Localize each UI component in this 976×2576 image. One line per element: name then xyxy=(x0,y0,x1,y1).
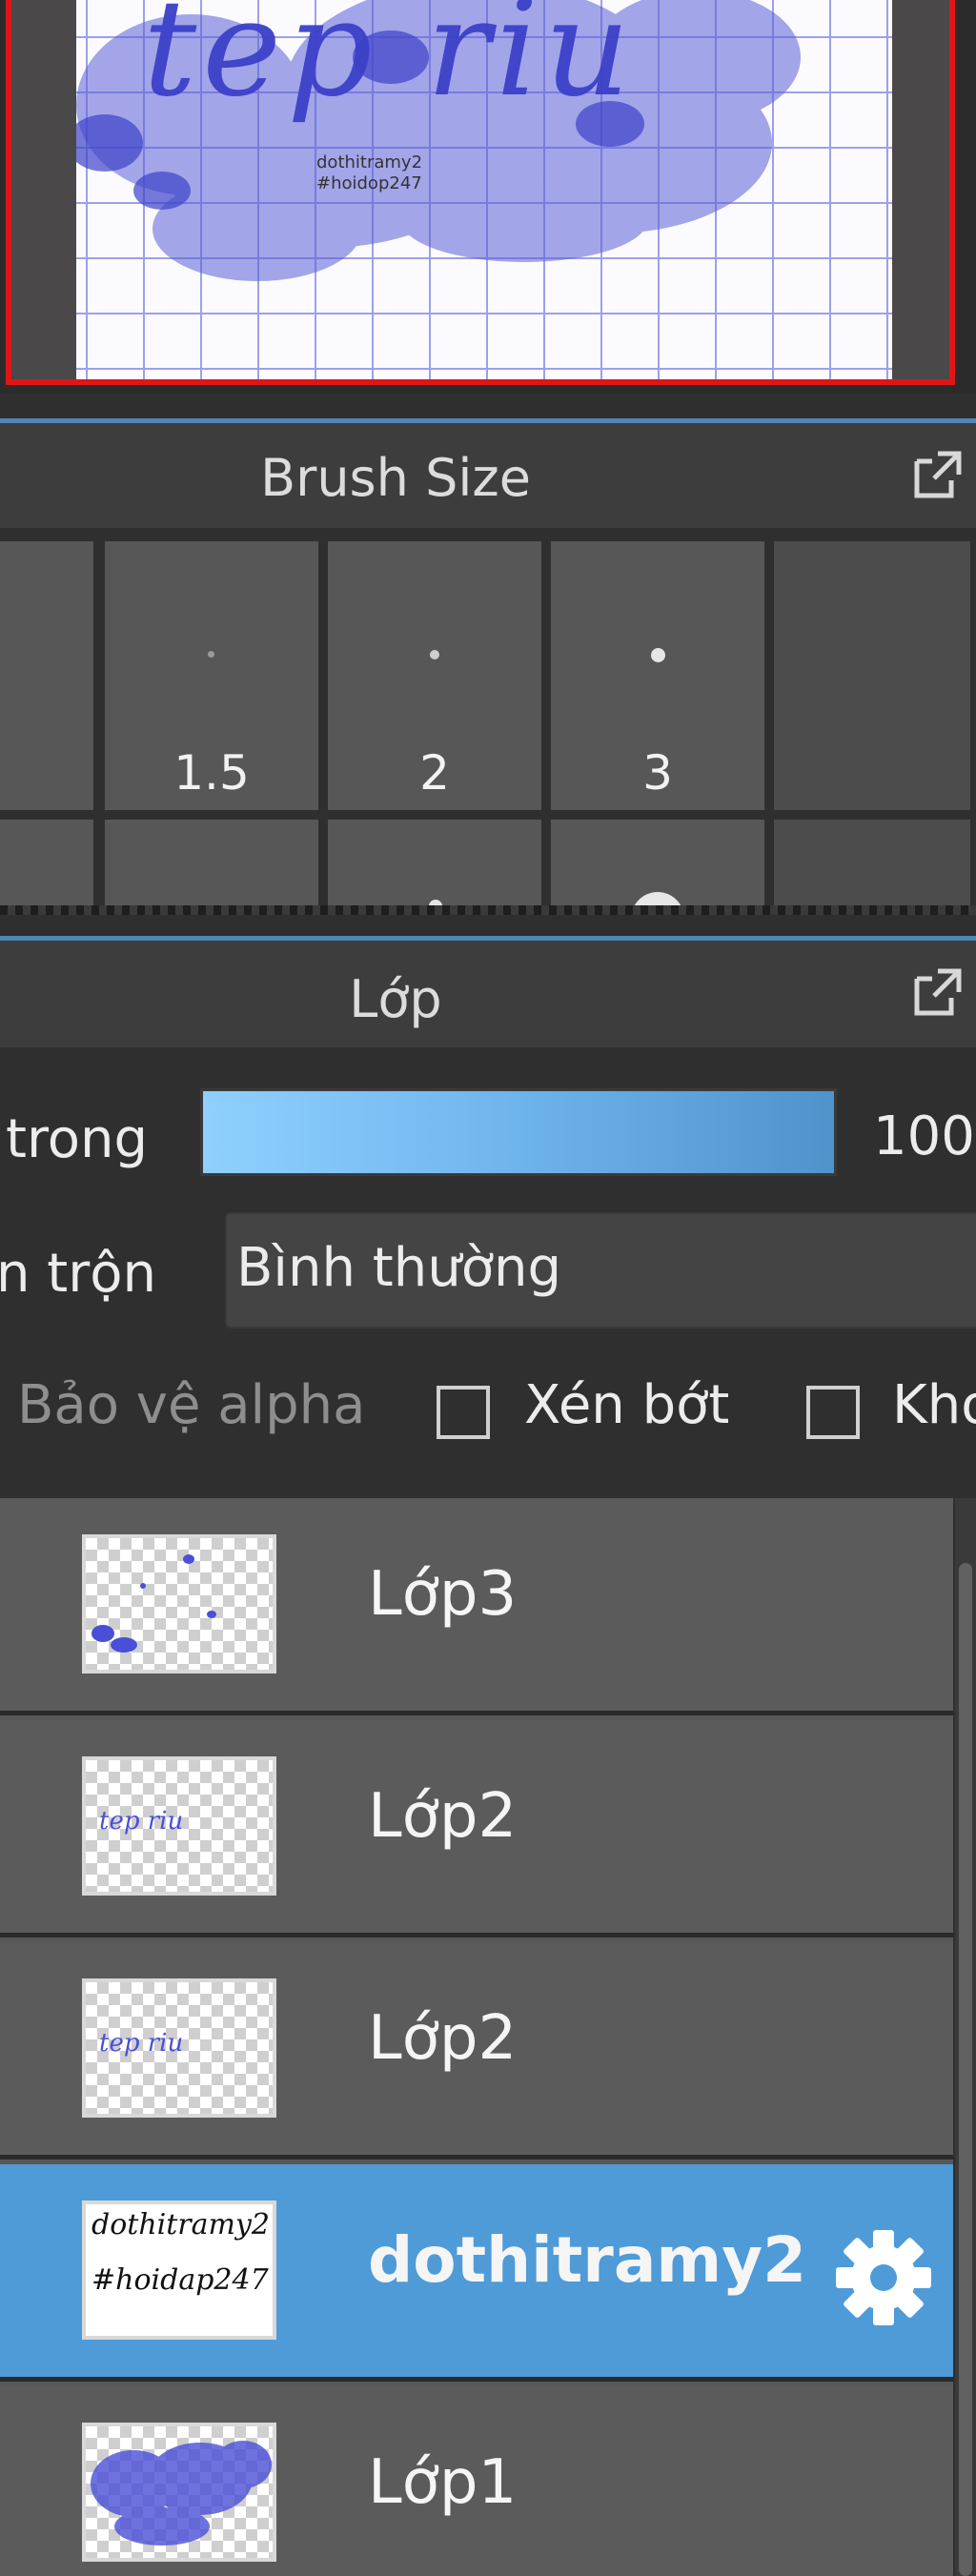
brush-size-cell-empty xyxy=(774,820,970,908)
brush-preview-dot xyxy=(430,650,439,659)
layer-row[interactable]: Lớp1 xyxy=(0,2386,953,2576)
layer-panel-header: Lớp xyxy=(0,941,976,1047)
layer-name: Lớp2 xyxy=(368,2003,518,2074)
brush-size-grid: 1.5 2 3 xyxy=(0,532,976,908)
brush-size-cell-3[interactable]: 3 xyxy=(551,541,764,810)
layer-row[interactable]: Lớp3 xyxy=(0,1498,953,1715)
brush-preview-dot xyxy=(208,651,214,658)
thumbnail-text: #hoidap247 xyxy=(92,2263,269,2297)
brush-size-value: 2 xyxy=(419,745,450,801)
opacity-slider[interactable] xyxy=(200,1088,837,1176)
blend-mode-label: n trộn xyxy=(0,1243,157,1305)
layer-thumbnail xyxy=(82,1534,276,1673)
brush-size-cell[interactable] xyxy=(0,541,93,810)
layer-name: Lớp3 xyxy=(368,1559,518,1630)
layer-name: dothitramy2 xyxy=(368,2223,807,2297)
external-window-icon[interactable] xyxy=(911,448,965,501)
layer-row[interactable]: tep riu Lớp2 xyxy=(0,1942,953,2160)
panel-resize-handle[interactable] xyxy=(0,905,976,915)
lock-checkbox[interactable] xyxy=(806,1386,860,1439)
thumbnail-text: dothitramy2 xyxy=(92,2208,271,2241)
brush-size-cell-empty xyxy=(774,541,970,810)
brush-size-cell[interactable] xyxy=(0,820,93,908)
brush-size-panel-header: Brush Size xyxy=(0,423,976,528)
brush-size-cell-2[interactable]: 2 xyxy=(328,541,541,810)
layer-thumbnail: tep riu xyxy=(82,1978,276,2118)
blend-mode-select[interactable]: Bình thường xyxy=(225,1212,976,1329)
svg-text:tep riu: tep riu xyxy=(99,2029,183,2058)
clipping-label: Xén bớt xyxy=(524,1374,730,1436)
brush-size-cell[interactable] xyxy=(105,820,318,908)
layer-list: Lớp3 tep riu Lớp2 tep riu Lớp2 dothitram… xyxy=(0,1498,953,2576)
navigator-panel: tep riu dothitramy2 #hoidop247 xyxy=(0,0,976,393)
opacity-value: 100 xyxy=(873,1105,975,1167)
layer-thumbnail: dothitramy2 #hoidap247 xyxy=(82,2201,276,2340)
layer-list-scrollbar-thumb[interactable] xyxy=(959,1563,972,2576)
opacity-label: trong xyxy=(6,1108,149,1170)
lock-label: Kho xyxy=(892,1374,976,1436)
brush-size-title: Brush Size xyxy=(260,448,531,508)
navigator-view-frame[interactable]: tep riu dothitramy2 #hoidop247 xyxy=(6,0,955,385)
clipping-checkbox[interactable] xyxy=(437,1386,490,1439)
layer-name: Lớp1 xyxy=(368,2447,518,2518)
brush-size-value: 3 xyxy=(642,745,673,801)
layer-panel-title: Lớp xyxy=(349,969,442,1029)
layer-thumbnail: tep riu xyxy=(82,1756,276,1896)
layer-row-selected[interactable]: dothitramy2 #hoidap247 dothitramy2 xyxy=(0,2164,953,2382)
canvas-preview: tep riu dothitramy2 #hoidop247 xyxy=(76,0,892,379)
blend-mode-value: Bình thường xyxy=(236,1237,562,1299)
external-window-icon[interactable] xyxy=(911,965,965,1019)
brush-size-cell-1-5[interactable]: 1.5 xyxy=(105,541,318,810)
brush-size-value: 1.5 xyxy=(173,745,250,801)
layer-name: Lớp2 xyxy=(368,1781,518,1852)
opacity-slider-fill xyxy=(203,1091,834,1173)
layer-thumbnail xyxy=(82,2423,276,2562)
gear-icon[interactable] xyxy=(831,2225,936,2330)
brush-size-cell[interactable] xyxy=(551,820,764,908)
brush-size-cell[interactable] xyxy=(328,820,541,908)
canvas-watermark: dothitramy2 #hoidop247 xyxy=(316,152,423,193)
layer-row[interactable]: tep riu Lớp2 xyxy=(0,1720,953,1937)
brush-preview-dot xyxy=(651,648,665,662)
protect-alpha-label[interactable]: Bảo vệ alpha xyxy=(17,1374,365,1436)
canvas-handwritten-text: tep riu xyxy=(143,0,637,127)
svg-text:tep riu: tep riu xyxy=(99,1807,183,1836)
